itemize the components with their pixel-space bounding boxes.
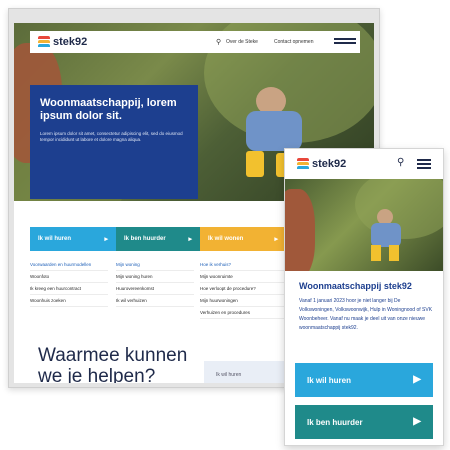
hamburger-menu-icon[interactable] (334, 38, 356, 46)
logo-mark-icon (38, 36, 50, 48)
tab-label: Ik wil wonen (208, 236, 244, 242)
tab-label: Ik ben huurder (124, 236, 166, 242)
brand-name[interactable]: stek92 (312, 158, 346, 170)
mobile-title: Woonmaatschappij stek92 (299, 281, 412, 291)
mobile-window: stek92 ⚲ Woonmaatschappij stek92 Vanaf 1… (284, 148, 444, 446)
nav-link-contact[interactable]: Contact opnemen (274, 39, 313, 45)
column-link[interactable]: Mijn woning huren (116, 271, 194, 283)
hero-title: Woonmaatschappij, lorem ipsum dolor sit. (40, 97, 177, 122)
link-column-1: Voorwaarden en huurmodellen Woonfoto Ik … (30, 259, 108, 307)
column-link[interactable]: Mijn woning (116, 259, 194, 271)
column-link[interactable]: Mijn woonruimte (200, 271, 286, 283)
chevron-right-icon: ▶ (413, 374, 421, 385)
chevron-right-icon: ▸ (104, 236, 108, 243)
logo-mark-icon (297, 158, 309, 170)
hero-body: Lorem ipsum dolor sit amet, consectetur … (40, 131, 183, 142)
hero-textbox: Woonmaatschappij, lorem ipsum dolor sit.… (30, 85, 198, 199)
mobile-body: Vanaf 1 januari 2023 hoor je niet langer… (299, 298, 433, 331)
search-icon[interactable]: ⚲ (216, 38, 221, 46)
column-link[interactable]: Verhuizen en procedures (200, 307, 286, 319)
top-navigation: stek92 ⚲ Over de Steke Contact opnemen (30, 31, 360, 53)
column-link[interactable]: Ik wil verhuizen (116, 295, 194, 307)
tab-label: Ik wil huren (38, 236, 72, 242)
tab-ik-wil-huren[interactable]: Ik wil huren ▸ (30, 227, 116, 251)
chevron-right-icon: ▶ (413, 416, 421, 427)
link-column-3: Hoe ik verhuis? Mijn woonruimte Hoe verl… (200, 259, 286, 319)
button-label: Ik ben huurder (307, 417, 363, 427)
column-link[interactable]: Voorwaarden en huurmodellen (30, 259, 108, 271)
chevron-right-icon: ▸ (188, 236, 192, 243)
column-link[interactable]: Huurovereenkomst (116, 283, 194, 295)
chevron-right-icon: ▸ (274, 236, 278, 243)
search-placeholder: Ik wil huren (216, 372, 242, 378)
mobile-button-ik-ben-huurder[interactable]: Ik ben huurder ▶ (295, 405, 433, 439)
nav-link-over[interactable]: Over de Steke (226, 39, 258, 45)
column-link[interactable]: Mijn huurwoningen (200, 295, 286, 307)
column-link[interactable]: Woonfoto (30, 271, 108, 283)
tab-ik-wil-wonen[interactable]: Ik wil wonen ▸ (200, 227, 286, 251)
help-heading: Waarmee kunnen we je helpen? (38, 345, 188, 383)
column-link[interactable]: Woonhuis zoeken (30, 295, 108, 307)
mobile-button-partial[interactable] (295, 445, 433, 446)
brand-name: stek92 (53, 36, 88, 48)
column-link[interactable]: Hoe verloopt de procedure? (200, 283, 286, 295)
link-column-2: Mijn woning Mijn woning huren Huuroveree… (116, 259, 194, 307)
mobile-hero-photo (285, 179, 443, 271)
tab-ik-ben-huurder[interactable]: Ik ben huurder ▸ (116, 227, 200, 251)
logo[interactable]: stek92 (38, 36, 98, 50)
button-label: Ik wil huren (307, 375, 352, 385)
hamburger-menu-icon[interactable] (417, 159, 431, 171)
column-link[interactable]: Ik kreeg een huurcontract (30, 283, 108, 295)
column-link[interactable]: Hoe ik verhuis? (200, 259, 286, 271)
search-icon[interactable]: ⚲ (397, 157, 404, 168)
mobile-button-ik-wil-huren[interactable]: Ik wil huren ▶ (295, 363, 433, 397)
mobile-header: stek92 ⚲ (285, 149, 443, 179)
